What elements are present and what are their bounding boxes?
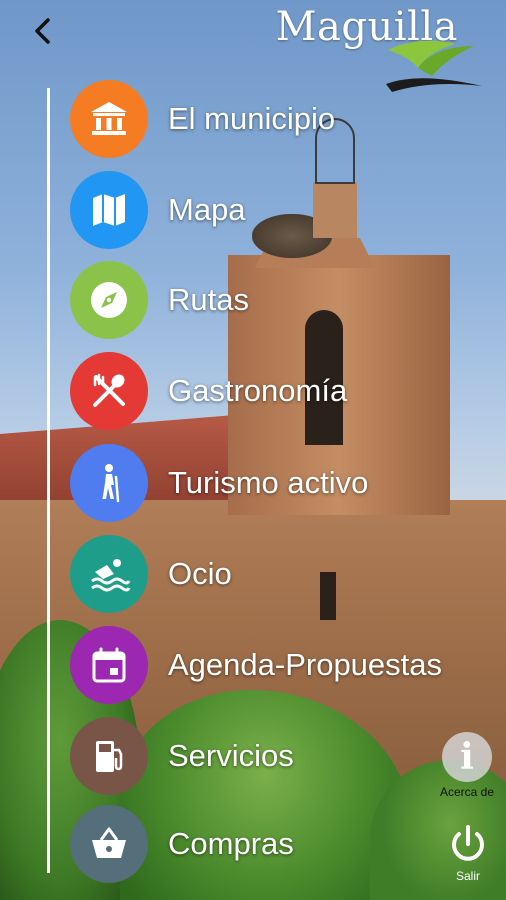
menu-icon-circle <box>70 444 148 522</box>
menu-icon-circle <box>70 626 148 704</box>
menu-item-municipio[interactable]: El municipio <box>70 80 500 158</box>
exit-label: Salir <box>455 869 480 883</box>
menu-item-turismo-activo[interactable]: Turismo activo <box>70 444 500 522</box>
utensils-icon <box>93 373 125 407</box>
menu-item-mapa[interactable]: Mapa <box>70 171 500 249</box>
menu-divider-line <box>47 88 50 873</box>
about-label: Acerca de <box>439 785 495 799</box>
menu-icon-circle <box>70 261 148 339</box>
menu-icon-circle <box>70 717 148 795</box>
bank-building-icon <box>91 102 127 135</box>
menu-icon-circle <box>70 80 148 158</box>
menu-label: Agenda-Propuestas <box>168 647 443 682</box>
chevron-left-icon <box>28 18 58 56</box>
menu-item-ocio[interactable]: Ocio <box>70 535 500 613</box>
menu-icon-circle <box>70 535 148 613</box>
shopping-basket-icon <box>92 827 126 858</box>
menu-item-rutas[interactable]: Rutas <box>70 261 500 339</box>
menu-item-agenda-propuestas[interactable]: Agenda-Propuestas <box>70 626 500 704</box>
menu-label: Gastronomía <box>168 373 348 408</box>
menu-icon-circle <box>70 805 148 883</box>
menu-item-compras[interactable]: Compras <box>70 805 500 883</box>
compass-icon <box>91 282 127 318</box>
exit-button[interactable]: Salir <box>442 822 494 883</box>
app-screen: Maguilla El municipio Mapa Rutas Gastron… <box>0 0 506 900</box>
power-icon <box>452 825 484 861</box>
menu-label: Turismo activo <box>168 465 369 500</box>
menu-label: El municipio <box>168 101 336 136</box>
calendar-icon <box>92 647 126 683</box>
back-button[interactable] <box>28 14 58 48</box>
about-button[interactable]: i Acerca de <box>432 732 502 799</box>
swimmer-icon <box>91 559 131 592</box>
menu-label: Ocio <box>168 556 232 591</box>
hiker-icon <box>102 464 120 503</box>
fuel-pump-icon <box>96 741 123 772</box>
menu-label: Mapa <box>168 192 246 227</box>
menu-label: Servicios <box>168 738 294 773</box>
menu-label: Rutas <box>168 282 249 317</box>
menu-icon-circle <box>70 171 148 249</box>
info-icon: i <box>442 732 492 782</box>
menu-label: Compras <box>168 826 294 861</box>
menu-icon-circle <box>70 352 148 430</box>
menu-item-gastronomia[interactable]: Gastronomía <box>70 352 500 430</box>
map-icon <box>93 194 125 226</box>
